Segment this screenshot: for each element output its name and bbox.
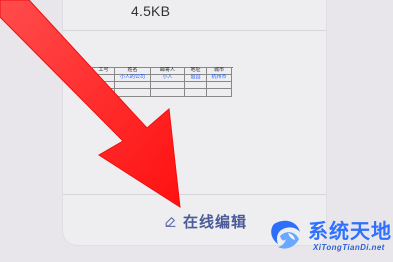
grid-line bbox=[92, 81, 232, 82]
table-header-cell: 邮寄人 bbox=[159, 67, 175, 73]
edit-icon bbox=[165, 216, 176, 227]
table-header-cell: 工号 bbox=[98, 67, 109, 73]
online-edit-button[interactable]: 在线编辑 bbox=[164, 211, 247, 231]
watermark-subtitle: XiTongTianDi.net bbox=[313, 243, 385, 252]
grid-column-line bbox=[231, 67, 232, 97]
top-divider bbox=[63, 30, 326, 31]
file-preview-card bbox=[63, 0, 326, 245]
table-cell: 留园 bbox=[190, 74, 201, 80]
table-header-cell: 姓名 bbox=[127, 67, 138, 73]
site-watermark: 系统天地 XiTongTianDi.net bbox=[268, 211, 393, 262]
grid-line bbox=[92, 96, 232, 97]
bottom-divider bbox=[63, 194, 326, 195]
table-cell: 杭州市 bbox=[211, 74, 227, 80]
grid-line bbox=[92, 88, 232, 89]
table-cell: 小人 bbox=[162, 74, 173, 80]
table-cell: 小人的公司 bbox=[119, 74, 145, 80]
table-header-cell: 城市 bbox=[213, 67, 224, 73]
table-cell bbox=[93, 74, 114, 81]
spreadsheet-preview: 工号 姓名 邮寄人 地址 城市 小人的公司 小人 留园 杭州市 bbox=[92, 67, 233, 98]
table-header-cell: 地址 bbox=[190, 67, 201, 73]
watermark-title: 系统天地 bbox=[308, 219, 392, 243]
file-size-text: 4.5KB bbox=[131, 3, 171, 19]
mobile-screen: 4.5KB 工号 姓名 邮寄人 地址 城市 小人的公司 小人 留园 杭州市 在线… bbox=[0, 0, 393, 262]
online-edit-label: 在线编辑 bbox=[183, 213, 248, 231]
watermark-logo-icon bbox=[271, 220, 300, 249]
